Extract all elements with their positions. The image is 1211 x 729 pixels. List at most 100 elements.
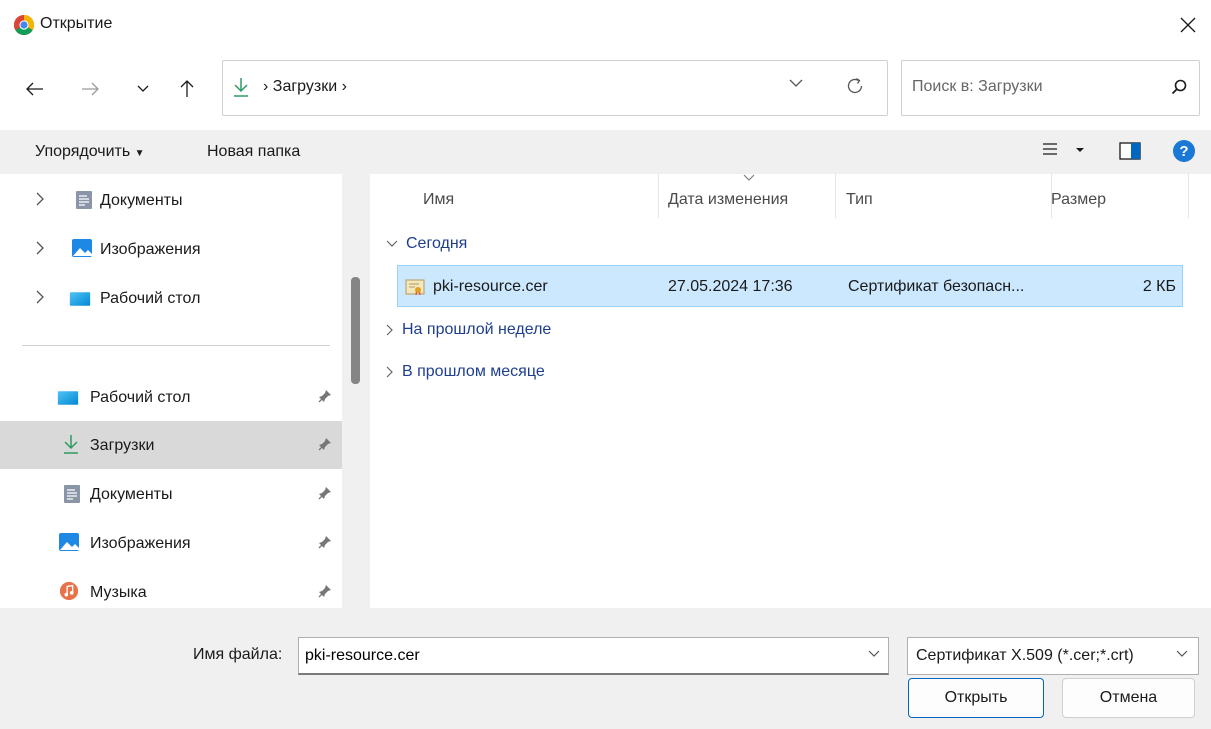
file-row[interactable]: pki-resource.cer 27.05.2024 17:36 Сертиф… bbox=[397, 265, 1183, 307]
navigation-pane: Документы Изображения Рабочий стол Рабоч… bbox=[0, 174, 342, 608]
chevron-right-icon bbox=[386, 324, 393, 336]
quick-item-label: Рабочий стол bbox=[90, 389, 191, 406]
arrow-up-icon bbox=[180, 80, 194, 97]
pin-icon bbox=[318, 487, 331, 500]
pin-icon bbox=[318, 536, 331, 549]
list-view-icon bbox=[1043, 143, 1084, 155]
filetype-select[interactable]: Сертификат X.509 (*.cer;*.crt) bbox=[907, 637, 1199, 675]
recent-locations-button[interactable] bbox=[128, 72, 158, 106]
tree-item-desktop[interactable]: Рабочий стол bbox=[0, 274, 342, 322]
view-options-button[interactable] bbox=[1042, 140, 1086, 165]
download-icon bbox=[64, 435, 78, 454]
arrow-right-icon bbox=[82, 82, 99, 96]
open-button[interactable]: Открыть bbox=[908, 678, 1044, 718]
column-header-name[interactable]: Имя bbox=[423, 191, 454, 209]
quick-item-documents[interactable]: Документы bbox=[0, 470, 342, 518]
breadcrumb[interactable]: › Загрузки › bbox=[263, 78, 347, 96]
sidebar-scrollbar[interactable] bbox=[342, 174, 370, 608]
filename-field[interactable] bbox=[298, 637, 889, 675]
tree-item-label: Рабочий стол bbox=[100, 290, 201, 307]
quick-item-pictures[interactable]: Изображения bbox=[0, 519, 342, 567]
group-header-last-month[interactable]: В прошлом месяце bbox=[386, 363, 545, 381]
file-date: 27.05.2024 17:36 bbox=[668, 278, 793, 295]
chrome-icon bbox=[14, 15, 34, 35]
group-label: В прошлом месяце bbox=[402, 363, 545, 380]
chevron-down-icon[interactable] bbox=[789, 79, 803, 88]
documents-icon bbox=[64, 485, 80, 503]
group-header-last-week[interactable]: На прошлой неделе bbox=[386, 321, 551, 339]
quick-item-downloads[interactable]: Загрузки bbox=[0, 421, 342, 469]
svg-text:?: ? bbox=[1179, 143, 1188, 160]
breadcrumb-downloads[interactable]: Загрузки bbox=[273, 78, 337, 95]
music-icon bbox=[59, 581, 79, 601]
search-input[interactable] bbox=[912, 78, 1152, 96]
help-button[interactable]: ? bbox=[1172, 139, 1196, 168]
close-icon bbox=[1180, 17, 1196, 33]
chevron-down-icon bbox=[1176, 650, 1188, 657]
command-bar: Упорядочить ▼ Новая папка ? bbox=[0, 130, 1211, 174]
group-header-today[interactable]: Сегодня bbox=[386, 235, 467, 253]
pin-icon bbox=[318, 438, 331, 451]
pictures-icon bbox=[59, 533, 79, 551]
quick-item-label: Музыка bbox=[90, 584, 147, 601]
column-header-type[interactable]: Тип bbox=[846, 191, 873, 209]
file-list: Имя Дата изменения Тип Размер Сегодня pk… bbox=[370, 174, 1211, 608]
desktop-icon bbox=[69, 292, 91, 306]
forward-button[interactable] bbox=[75, 72, 105, 106]
pin-icon bbox=[318, 390, 331, 403]
file-size: 2 КБ bbox=[1142, 278, 1176, 295]
up-button[interactable] bbox=[172, 72, 202, 106]
scrollbar-thumb[interactable] bbox=[351, 277, 360, 384]
search-box[interactable] bbox=[901, 60, 1200, 116]
pin-icon bbox=[318, 585, 331, 598]
new-folder-button[interactable]: Новая папка bbox=[207, 143, 300, 161]
filename-label: Имя файла: bbox=[193, 646, 283, 663]
arrow-left-icon bbox=[26, 82, 43, 96]
chevron-right-icon bbox=[386, 366, 393, 378]
column-divider[interactable] bbox=[1188, 174, 1189, 218]
chevron-right-icon[interactable] bbox=[36, 192, 44, 206]
chevron-down-icon[interactable] bbox=[868, 650, 880, 658]
dialog-footer: Имя файла: Сертификат X.509 (*.cer;*.crt… bbox=[0, 608, 1211, 729]
sort-indicator-icon bbox=[743, 174, 755, 181]
column-divider[interactable] bbox=[835, 174, 836, 218]
close-button[interactable] bbox=[1165, 0, 1211, 50]
chevron-right-icon[interactable] bbox=[36, 241, 44, 255]
quick-item-label: Загрузки bbox=[90, 437, 155, 454]
back-button[interactable] bbox=[20, 72, 50, 106]
chevron-right-icon[interactable] bbox=[36, 290, 44, 304]
chevron-down-icon bbox=[137, 85, 149, 92]
preview-pane-icon bbox=[1119, 142, 1141, 160]
group-label: Сегодня bbox=[406, 235, 468, 252]
organize-button[interactable]: Упорядочить ▼ bbox=[35, 143, 145, 161]
organize-label: Упорядочить bbox=[35, 143, 131, 160]
tree-item-label: Документы bbox=[100, 192, 183, 209]
tree-item-pictures[interactable]: Изображения bbox=[0, 225, 342, 273]
search-icon[interactable] bbox=[1171, 79, 1187, 95]
chevron-down-icon bbox=[386, 240, 398, 247]
window-title: Открытие bbox=[40, 15, 113, 32]
filename-input[interactable] bbox=[305, 647, 845, 665]
column-divider[interactable] bbox=[658, 174, 659, 218]
quick-item-label: Изображения bbox=[90, 535, 191, 552]
tree-item-documents[interactable]: Документы bbox=[0, 176, 342, 224]
quick-item-music[interactable]: Музыка bbox=[0, 568, 342, 608]
help-icon: ? bbox=[1173, 140, 1195, 162]
caret-down-icon: ▼ bbox=[134, 148, 145, 159]
column-header-size[interactable]: Размер bbox=[1051, 191, 1106, 209]
desktop-icon bbox=[57, 391, 79, 405]
documents-icon bbox=[76, 191, 92, 209]
quick-item-label: Документы bbox=[90, 486, 173, 503]
title-bar: Открытие bbox=[0, 0, 1211, 50]
quick-item-desktop[interactable]: Рабочий стол bbox=[0, 373, 342, 421]
filetype-value: Сертификат X.509 (*.cer;*.crt) bbox=[916, 647, 1134, 664]
preview-pane-button[interactable] bbox=[1119, 141, 1141, 166]
cancel-button[interactable]: Отмена bbox=[1062, 678, 1195, 718]
file-type: Сертификат безопасн... bbox=[848, 278, 1025, 295]
address-bar[interactable]: › Загрузки › bbox=[222, 60, 888, 116]
group-label: На прошлой неделе bbox=[402, 321, 552, 338]
pictures-icon bbox=[72, 239, 92, 257]
download-icon bbox=[234, 78, 248, 97]
refresh-icon[interactable] bbox=[845, 76, 865, 96]
column-header-date[interactable]: Дата изменения bbox=[668, 191, 788, 209]
